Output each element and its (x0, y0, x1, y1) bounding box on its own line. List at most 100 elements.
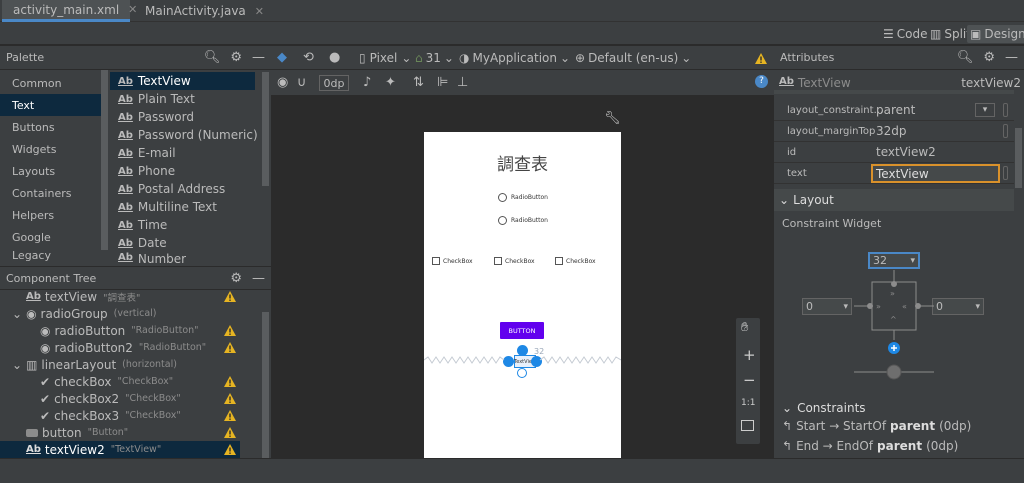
default-margin-selector[interactable]: 0dp (319, 75, 349, 91)
tree-row-textview[interactable]: Ab textView "調查表" (0, 288, 240, 305)
minimize-icon[interactable]: — (252, 50, 265, 65)
right-margin-dropdown[interactable]: 0 ▾ (932, 298, 984, 315)
attribute-resource-icon[interactable] (1003, 166, 1008, 180)
palette-item[interactable]: Ab Plain Text (118, 90, 195, 108)
constraint-row-end[interactable]: ↰ End → EndOf parent (0dp) (782, 439, 958, 453)
tab-activity-main-xml[interactable]: activity_main.xml ✕ (2, 0, 137, 22)
tree-row-checkbox2[interactable]: ✔ checkBox2 "CheckBox" (0, 390, 240, 407)
code-view-button[interactable]: ☰ Code (880, 25, 931, 43)
left-margin-dropdown[interactable]: 0 ▾ (802, 298, 852, 315)
tree-row-radiobutton2[interactable]: ◉ radioButton2 "RadioButton" (0, 339, 240, 356)
eye-icon[interactable]: ◉ (277, 75, 288, 90)
wrench-icon[interactable]: 🔧︎ (604, 111, 621, 126)
attribute-row-id[interactable]: id textView2 (774, 142, 1014, 163)
palette-category[interactable]: Widgets (0, 138, 108, 160)
clear-constraints-icon[interactable]: ♪ (363, 75, 371, 90)
attribute-resource-icon[interactable] (1003, 124, 1008, 138)
preview-checkbox2[interactable]: CheckBox (494, 257, 535, 265)
warning-icon[interactable] (224, 427, 236, 438)
tree-row-button[interactable]: button "Button" (0, 424, 240, 441)
palette-item[interactable]: Ab E-mail (118, 144, 176, 162)
palette-category[interactable]: Buttons (0, 116, 108, 138)
warning-icon[interactable] (224, 291, 236, 302)
constraint-row-start[interactable]: ↰ Start → StartOf parent (0dp) (782, 419, 971, 433)
attribute-row-margintop[interactable]: layout_marginTop 32dp (774, 121, 1014, 142)
palette-category[interactable]: Containers (0, 182, 108, 204)
tree-row-checkbox3[interactable]: ✔ checkBox3 "CheckBox" (0, 407, 240, 424)
warning-icon[interactable] (224, 342, 236, 353)
chevron-down-icon[interactable]: ⌄ (12, 307, 22, 321)
category-scrollbar[interactable] (101, 70, 108, 250)
attributes-scrollbar[interactable] (1015, 128, 1022, 188)
preview-button[interactable]: BUTTON (500, 322, 544, 339)
bottom-anchor-handle[interactable] (517, 368, 527, 378)
zoom-out-button[interactable]: − (743, 371, 756, 389)
text-attribute-input[interactable]: TextView (871, 164, 1000, 183)
design-view-button[interactable]: ▣ Design (967, 25, 1024, 43)
pack-icon[interactable]: ⇅ (413, 75, 424, 90)
palette-item[interactable]: Ab Multiline Text (118, 198, 217, 216)
warning-icon[interactable] (224, 410, 236, 421)
palette-category[interactable]: Common (0, 72, 108, 94)
warning-icon[interactable] (224, 325, 236, 336)
dropdown-arrow-icon[interactable]: ▾ (975, 103, 995, 117)
layers-icon[interactable]: ◆ (277, 50, 287, 65)
preview-checkbox[interactable]: CheckBox (432, 257, 473, 265)
orientation-icon[interactable]: ⟲ (303, 50, 314, 65)
gear-icon[interactable]: ⚙ (230, 50, 242, 65)
warning-icon[interactable] (224, 393, 236, 404)
minimize-icon[interactable]: — (1005, 50, 1018, 65)
tree-scrollbar[interactable] (262, 312, 269, 460)
warning-icon[interactable] (224, 444, 236, 455)
constraints-section-header[interactable]: ⌄ Constraints (782, 401, 866, 415)
palette-item[interactable]: Ab Password (118, 108, 194, 126)
palette-item[interactable]: Ab Time (118, 216, 167, 234)
gear-icon[interactable]: ⚙ (230, 271, 242, 286)
warning-icon[interactable] (224, 376, 236, 387)
phone-preview[interactable]: 調查表 RadioButton RadioButton CheckBox Che… (424, 132, 621, 458)
palette-item[interactable]: Ab Postal Address (118, 180, 225, 198)
theme-selector[interactable]: ◑ MyApplication ⌄ (459, 51, 570, 65)
palette-item[interactable]: Ab Number (118, 252, 186, 264)
tree-row-textview2-selected[interactable]: Ab textView2 "TextView" (0, 441, 240, 458)
preview-checkbox3[interactable]: CheckBox (555, 257, 596, 265)
attribute-row-constraint[interactable]: layout_constraint... parent ▾ (774, 100, 1014, 121)
magnet-icon[interactable]: ∪ (297, 75, 307, 90)
palette-item-textview[interactable]: Ab TextView (110, 72, 255, 90)
tree-row-radiogroup[interactable]: ⌄ ◉ radioGroup (vertical) (0, 305, 240, 322)
tree-row-linearlayout[interactable]: ⌄ ▥ linearLayout (horizontal) (0, 356, 240, 373)
pan-hand-icon[interactable]: ✋︎ (741, 320, 748, 335)
search-icon[interactable]: 🔍︎ (204, 50, 221, 65)
search-icon[interactable]: 🔍︎ (957, 50, 974, 65)
close-icon[interactable]: ✕ (255, 5, 264, 18)
preview-radiobutton[interactable]: RadioButton (498, 193, 548, 202)
palette-item[interactable]: Ab Phone (118, 162, 175, 180)
infer-constraints-icon[interactable]: ✦ (385, 75, 396, 90)
locale-selector[interactable]: ⊕ Default (en-us) ⌄ (575, 51, 691, 65)
preview-radiobutton2[interactable]: RadioButton (498, 216, 548, 225)
minimize-icon[interactable]: — (252, 271, 265, 286)
preview-title[interactable]: 調查表 (424, 150, 621, 175)
palette-category[interactable]: Layouts (0, 160, 108, 182)
help-icon[interactable]: ? (755, 75, 768, 88)
palette-item[interactable]: Ab Password (Numeric) (118, 126, 258, 144)
guidelines-icon[interactable]: ⊥ (457, 75, 468, 90)
chevron-down-icon[interactable]: ⌄ (12, 358, 22, 372)
gear-icon[interactable]: ⚙ (983, 50, 995, 65)
attribute-resource-icon[interactable] (1003, 103, 1008, 117)
top-margin-dropdown[interactable]: 32 ▾ (868, 252, 920, 269)
night-mode-icon[interactable]: ● (329, 50, 340, 65)
attribute-row-text[interactable]: text TextView (774, 163, 1014, 184)
palette-category[interactable]: Legacy (0, 248, 108, 262)
palette-category[interactable]: Helpers (0, 204, 108, 226)
zoom-in-button[interactable]: + (743, 346, 756, 364)
palette-item[interactable]: Ab Date (118, 234, 167, 252)
tab-mainactivity-java[interactable]: MainActivity.java ✕ (134, 0, 264, 22)
zoom-one-to-one-button[interactable]: 1:1 (741, 398, 755, 408)
align-icon[interactable]: ⊫ (437, 75, 448, 90)
palette-category-selected[interactable]: Text (0, 94, 108, 116)
api-selector[interactable]: ⌂ 31 ⌄ (415, 51, 454, 65)
layout-section-header[interactable]: ⌄ Layout (774, 189, 1014, 211)
tree-row-radiobutton[interactable]: ◉ radioButton "RadioButton" (0, 322, 240, 339)
palette-scrollbar[interactable] (262, 72, 269, 186)
